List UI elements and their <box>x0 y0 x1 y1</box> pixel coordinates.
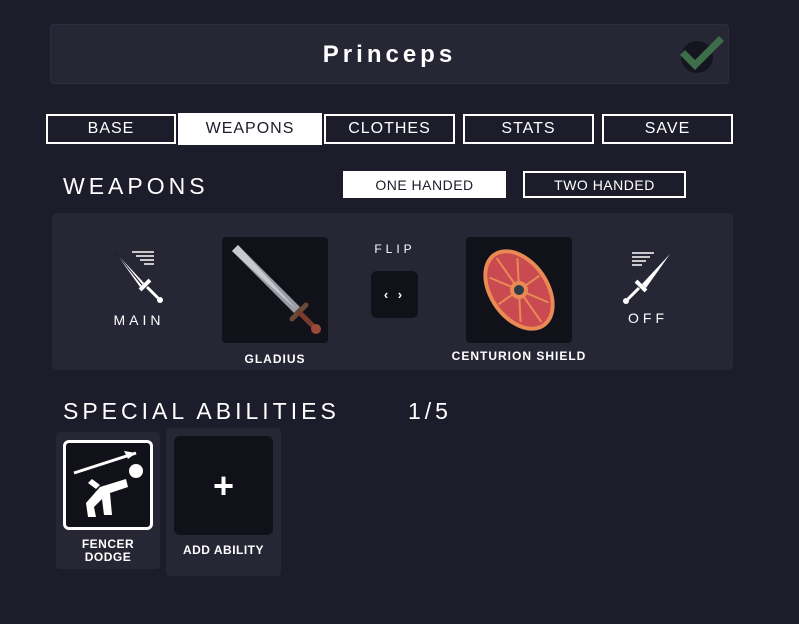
toggle-label: TWO HANDED <box>554 176 655 193</box>
off-weapon-name: CENTURION SHIELD <box>451 349 587 363</box>
ability-card-fencer-dodge[interactable]: FENCER DODGE <box>56 432 160 569</box>
plus-icon: + <box>212 464 235 506</box>
ability-icon-frame <box>63 440 153 530</box>
tab-label: SAVE <box>644 120 691 137</box>
tab-stats[interactable]: STATS <box>463 114 594 144</box>
flip-button[interactable]: ‹ › <box>371 271 418 318</box>
checkmark-icon[interactable] <box>678 35 724 75</box>
tab-bar: BASE WEAPONS CLOTHES STATS SAVE <box>46 113 734 145</box>
abilities-heading: SPECIAL ABILITIES <box>63 398 340 424</box>
character-name: Princeps <box>322 41 457 68</box>
tab-label: BASE <box>87 120 135 137</box>
off-weapon-slot[interactable] <box>466 237 572 343</box>
toggle-label: ONE HANDED <box>375 176 474 193</box>
flip-arrows-icon: ‹ › <box>383 287 406 302</box>
off-slot-label: OFF <box>628 310 668 326</box>
add-ability-label: ADD ABILITY <box>182 543 265 557</box>
add-ability-button[interactable]: + <box>174 436 273 535</box>
two-handed-toggle[interactable]: TWO HANDED <box>523 171 686 198</box>
main-hand-sword-icon <box>115 251 163 303</box>
main-weapon-slot[interactable] <box>222 237 328 343</box>
tab-label: CLOTHES <box>348 120 431 137</box>
main-slot-label: MAIN <box>113 312 165 328</box>
one-handed-toggle[interactable]: ONE HANDED <box>343 171 506 198</box>
off-hand-sword-icon <box>623 252 670 304</box>
tab-base[interactable]: BASE <box>46 114 176 144</box>
weapons-heading: WEAPONS <box>63 173 209 199</box>
tab-clothes[interactable]: CLOTHES <box>324 114 455 144</box>
gladius-icon <box>232 245 321 334</box>
fencer-dodge-icon <box>73 451 143 517</box>
tab-label: WEAPONS <box>205 120 295 137</box>
add-ability-card[interactable]: + ADD ABILITY <box>166 428 281 576</box>
shield-icon <box>483 249 555 331</box>
flip-label: FLIP <box>374 242 416 256</box>
ability-name-line2: DODGE <box>84 550 132 564</box>
tab-save[interactable]: SAVE <box>602 114 733 144</box>
tab-label: STATS <box>501 120 556 137</box>
tab-weapons[interactable]: WEAPONS <box>178 113 322 145</box>
title-bar: Princeps <box>50 24 729 84</box>
abilities-count: 1/5 <box>408 398 452 424</box>
main-weapon-name: GLADIUS <box>244 352 306 366</box>
